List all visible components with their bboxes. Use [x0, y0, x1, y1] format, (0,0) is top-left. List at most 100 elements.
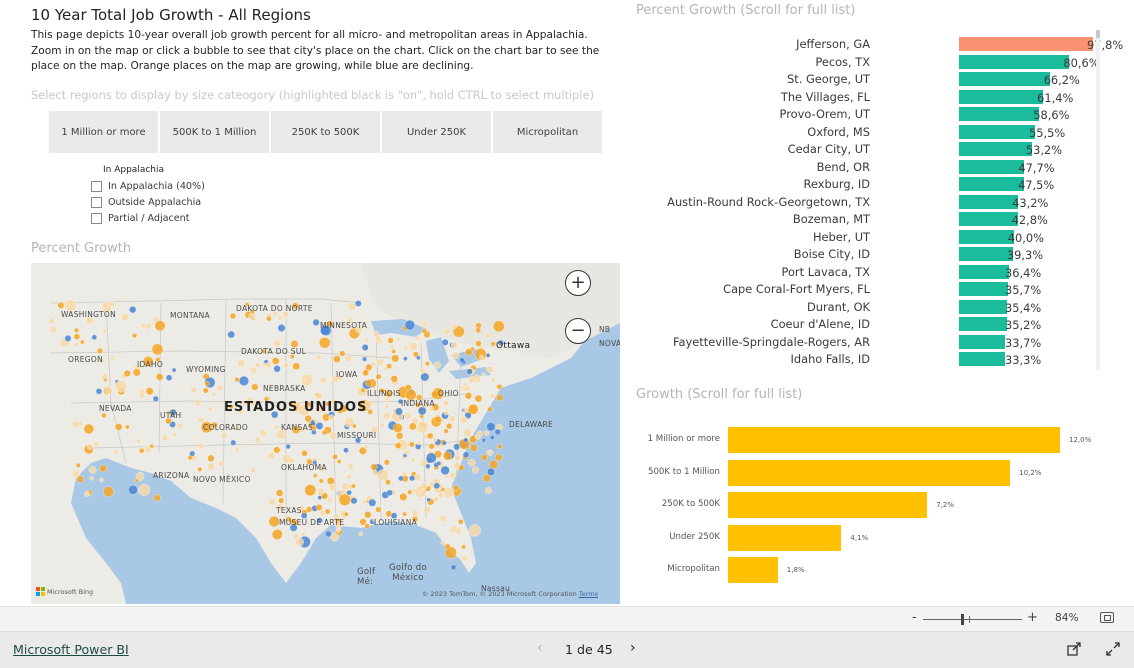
city-bubble[interactable] [354, 300, 362, 307]
zoom-slider-thumb[interactable] [961, 614, 964, 625]
city-bubble[interactable] [363, 444, 369, 450]
city-bubble[interactable] [452, 525, 458, 530]
city-bubble[interactable] [91, 334, 98, 341]
city-bubble[interactable] [382, 411, 391, 420]
slicer-button-500k-to-1-million[interactable]: 500K to 1 Million [160, 111, 269, 153]
city-bubble[interactable] [408, 342, 418, 352]
city-bubble[interactable] [404, 412, 412, 420]
next-page-button[interactable]: › [630, 640, 636, 656]
bar-row[interactable]: Pecos, TX 80,6% [636, 54, 1100, 71]
city-bubble[interactable] [485, 332, 491, 339]
city-bubble[interactable] [332, 453, 338, 460]
city-bubble[interactable] [315, 392, 323, 400]
city-bubble[interactable] [461, 555, 468, 562]
bar[interactable] [959, 194, 1019, 209]
city-bubble[interactable] [489, 435, 495, 440]
bar[interactable] [959, 317, 1008, 331]
city-bubble[interactable] [238, 375, 249, 386]
growth-row[interactable]: 500K to 1 Million 10,2% [636, 459, 1101, 486]
city-bubble[interactable] [268, 515, 280, 528]
fit-to-page-icon[interactable] [1100, 612, 1114, 623]
city-bubble[interactable] [443, 428, 449, 434]
city-bubble[interactable] [109, 355, 115, 361]
zoom-in-button[interactable]: + [1027, 610, 1038, 625]
city-bubble[interactable] [300, 531, 306, 537]
city-bubble[interactable] [325, 530, 332, 538]
city-bubble[interactable] [442, 400, 449, 406]
city-bubble[interactable] [93, 441, 100, 448]
bar-row[interactable]: Boise City, ID 39,3% [636, 246, 1096, 263]
city-bubble[interactable] [461, 544, 467, 550]
city-bubble[interactable] [362, 356, 368, 362]
city-bubble[interactable] [140, 322, 146, 329]
city-bubble[interactable] [151, 343, 164, 356]
bar[interactable] [959, 142, 1032, 156]
city-bubble[interactable] [189, 450, 196, 457]
city-bubble[interactable] [362, 499, 368, 505]
city-bubble[interactable] [312, 318, 320, 326]
city-bubble[interactable] [404, 319, 416, 331]
city-bubble[interactable] [138, 483, 151, 496]
city-bubble[interactable] [364, 523, 370, 529]
city-bubble[interactable] [470, 346, 475, 352]
city-bubble[interactable] [312, 473, 318, 478]
city-bubble[interactable] [351, 483, 356, 489]
city-bubble[interactable] [132, 368, 141, 377]
city-bubble[interactable] [466, 368, 473, 375]
city-bubble[interactable] [425, 452, 437, 464]
city-bubble[interactable] [383, 459, 390, 466]
city-bubble[interactable] [202, 387, 209, 394]
city-bubble[interactable] [449, 472, 457, 479]
city-bubble[interactable] [207, 454, 215, 463]
city-bubble[interactable] [463, 437, 469, 443]
city-bubble[interactable] [470, 444, 478, 452]
checkbox[interactable] [91, 197, 102, 208]
city-bubble[interactable] [49, 326, 58, 334]
slicer-button-micropolitan[interactable]: Micropolitan [493, 111, 602, 153]
bar[interactable] [959, 89, 1044, 104]
city-bubble[interactable] [409, 475, 416, 482]
city-bubble[interactable] [333, 355, 341, 363]
bar-row[interactable]: Rexburg, ID 47,5% [636, 176, 1096, 193]
city-bubble[interactable] [145, 387, 154, 396]
city-bubble[interactable] [350, 497, 358, 505]
city-bubble[interactable] [273, 339, 282, 348]
city-bubble[interactable] [64, 334, 72, 342]
city-bubble[interactable] [251, 383, 259, 391]
bar[interactable] [959, 37, 1093, 51]
city-bubble[interactable] [365, 363, 373, 371]
city-bubble[interactable] [384, 403, 390, 409]
city-bubble[interactable] [441, 338, 449, 346]
city-bubble[interactable] [449, 415, 456, 422]
city-bubble[interactable] [483, 430, 490, 436]
city-bubble[interactable] [440, 465, 450, 476]
scrollbar-thumb[interactable] [1096, 30, 1100, 38]
city-bubble[interactable] [294, 537, 304, 547]
bar[interactable] [959, 212, 1018, 226]
city-bubble[interactable] [123, 369, 131, 378]
bar-row[interactable]: The Villages, FL 61,4% [636, 89, 1096, 106]
bar-row[interactable]: Oxford, MS 55,5% [636, 124, 1096, 141]
city-bubble[interactable] [321, 429, 328, 436]
city-bubble[interactable] [481, 438, 487, 443]
bar[interactable] [959, 264, 1009, 279]
city-bubble[interactable] [250, 366, 258, 375]
city-bubble[interactable] [128, 484, 138, 495]
bar-row[interactable]: Heber, UT 40,0% [636, 229, 1096, 246]
city-bubble[interactable] [392, 422, 403, 433]
city-bubble[interactable] [109, 301, 115, 308]
bar[interactable] [959, 159, 1025, 174]
city-bubble[interactable] [376, 358, 385, 367]
city-bubble[interactable] [386, 489, 393, 497]
growth-bar[interactable] [728, 557, 778, 583]
city-bubble[interactable] [265, 361, 272, 369]
city-bubble[interactable] [234, 377, 240, 383]
bar-row[interactable]: Bend, OR 47,7% [636, 159, 1096, 176]
city-bubble[interactable] [230, 439, 237, 446]
city-bubble[interactable] [481, 372, 486, 377]
city-bubble[interactable] [462, 451, 470, 458]
city-bubble[interactable] [408, 441, 415, 448]
filter-option-outside-appalachia[interactable]: Outside Appalachia [91, 197, 201, 208]
city-bubble[interactable] [476, 430, 483, 437]
city-bubble[interactable] [131, 332, 138, 339]
